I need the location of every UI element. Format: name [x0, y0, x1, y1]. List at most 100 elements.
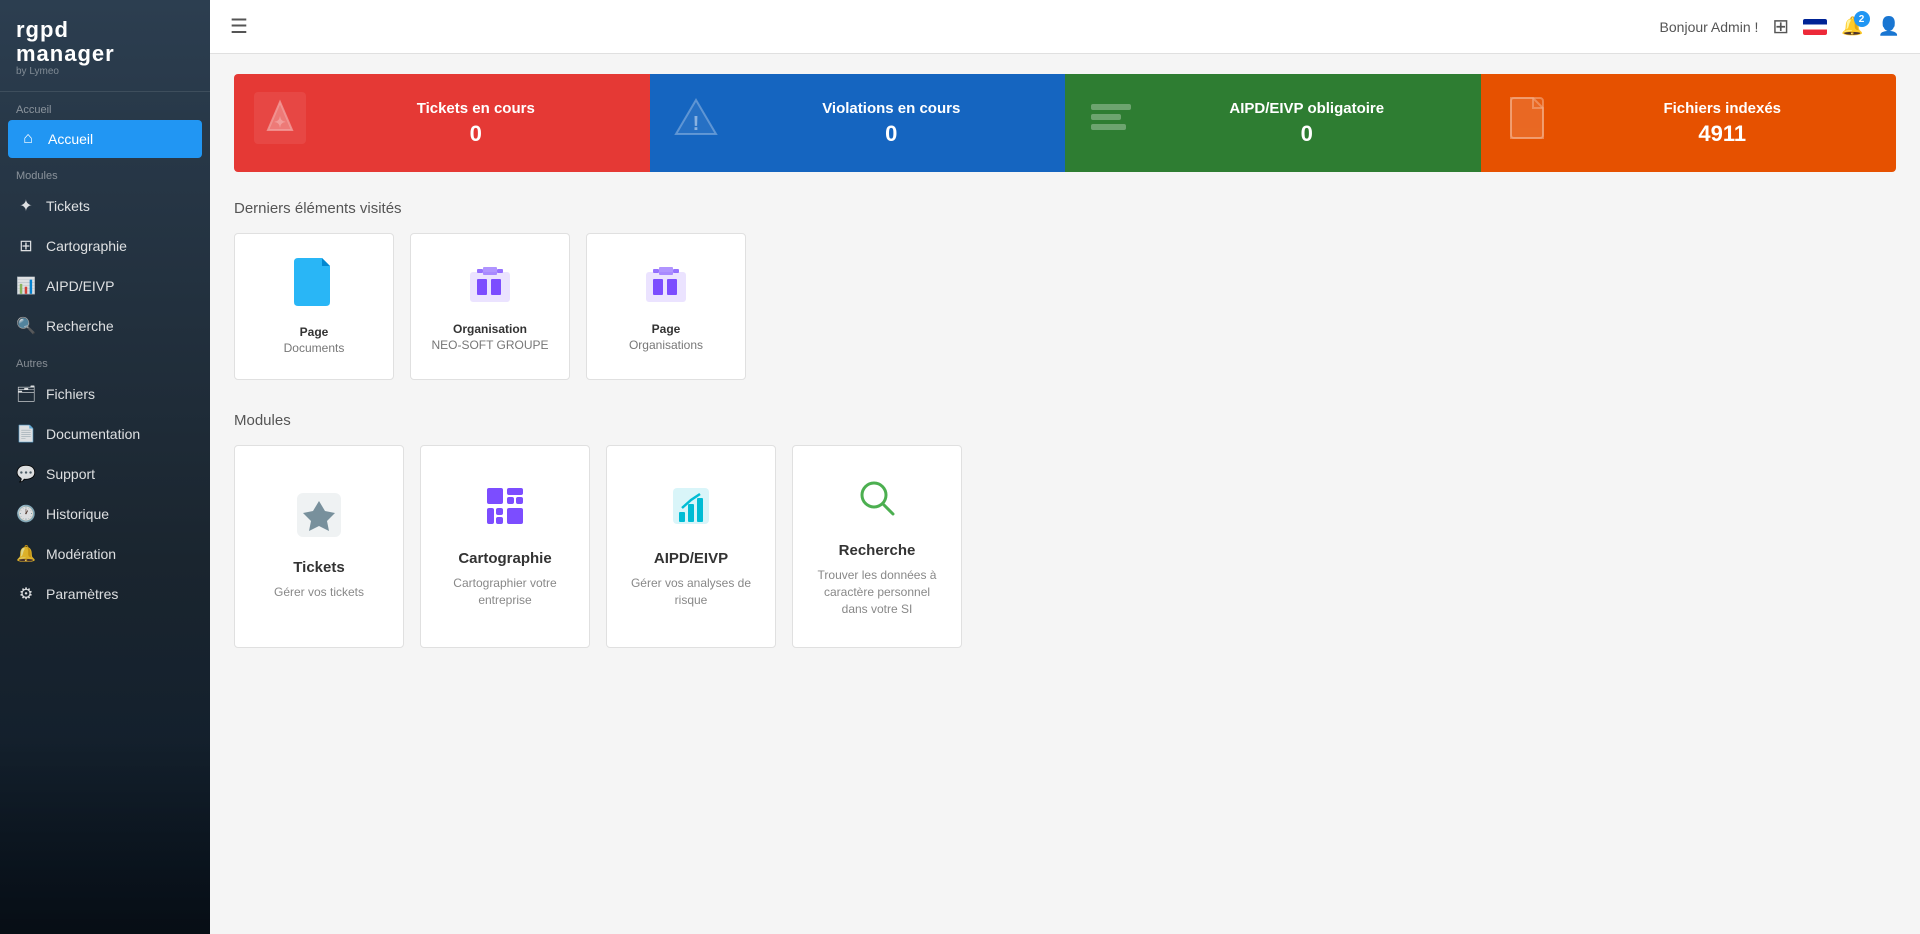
recent-items: Page Documents Organisation NEO-SOFT GRO…: [234, 233, 1896, 380]
svg-text:!: !: [692, 113, 699, 135]
content-area: ✦ Tickets en cours 0 ! Violations en cou…: [210, 54, 1920, 934]
recent-icon-1: [469, 261, 511, 312]
recherche-icon: 🔍: [16, 316, 36, 336]
sidebar-support-label: Support: [46, 466, 95, 482]
recent-item-1[interactable]: Organisation NEO-SOFT GROUPE: [410, 233, 570, 380]
stat-cards: ✦ Tickets en cours 0 ! Violations en cou…: [234, 74, 1896, 172]
recent-name-0: Documents: [284, 341, 345, 355]
module-icon-recherche: [855, 476, 899, 530]
stat-icon-violations: !: [670, 92, 722, 154]
notification-badge: 2: [1854, 11, 1870, 27]
recent-item-2[interactable]: Page Organisations: [586, 233, 746, 380]
stat-card-aipd-value: 0: [1153, 121, 1461, 147]
topbar-right: Bonjour Admin ! ⊞ 🔔 2 👤: [1660, 14, 1900, 39]
module-title-aipd: AIPD/EIVP: [654, 550, 728, 567]
sidebar-item-cartographie[interactable]: ⊞ Cartographie: [0, 226, 210, 266]
home-icon: ⌂: [18, 130, 38, 148]
recent-item-0[interactable]: Page Documents: [234, 233, 394, 380]
sidebar-moderation-label: Modération: [46, 546, 116, 562]
topbar-greeting: Bonjour Admin !: [1660, 19, 1759, 35]
stat-card-tickets-title: Tickets en cours: [322, 100, 630, 117]
recent-type-1: Organisation: [453, 322, 527, 336]
svg-text:✦: ✦: [274, 114, 286, 130]
module-icon-cartographie: [483, 484, 527, 538]
section-autres-label: Autres: [0, 346, 210, 374]
module-title-tickets: Tickets: [293, 559, 344, 576]
fichiers-icon: 🗂: [16, 384, 36, 404]
module-desc-aipd: Gérer vos analyses de risque: [627, 575, 755, 609]
historique-icon: 🕐: [16, 504, 36, 524]
language-flag[interactable]: [1803, 19, 1827, 35]
cartographie-icon: ⊞: [16, 236, 36, 256]
sidebar-item-accueil[interactable]: ⌂ Accueil: [8, 120, 202, 158]
sidebar-bg: [0, 734, 210, 934]
sidebar-item-recherche[interactable]: 🔍 Recherche: [0, 306, 210, 346]
module-cards: Tickets Gérer vos tickets: [234, 445, 1896, 648]
recent-icon-0: [294, 258, 334, 315]
sidebar-item-aipd[interactable]: 📊 AIPD/EIVP: [0, 266, 210, 306]
stat-card-violations[interactable]: ! Violations en cours 0: [650, 74, 1066, 172]
logo: rgpd manager by Lymeo: [0, 0, 210, 92]
support-icon: 💬: [16, 464, 36, 484]
module-title-recherche: Recherche: [839, 542, 916, 559]
stat-card-aipd-title: AIPD/EIVP obligatoire: [1153, 100, 1461, 117]
recent-name-1: NEO-SOFT GROUPE: [431, 338, 548, 352]
user-icon[interactable]: 👤: [1878, 16, 1900, 37]
sidebar-item-documentation[interactable]: 📄 Documentation: [0, 414, 210, 454]
sidebar-item-moderation[interactable]: 🔔 Modération: [0, 534, 210, 574]
main-area: ☰ Bonjour Admin ! ⊞ 🔔 2 👤 ✦: [210, 0, 1920, 934]
module-card-aipd[interactable]: AIPD/EIVP Gérer vos analyses de risque: [606, 445, 776, 648]
sidebar-item-support[interactable]: 💬 Support: [0, 454, 210, 494]
documentation-icon: 📄: [16, 424, 36, 444]
sidebar-historique-label: Historique: [46, 506, 109, 522]
stat-icon-tickets: ✦: [254, 92, 306, 154]
recent-icon-2: [645, 261, 687, 312]
stat-icon-fichiers: [1501, 92, 1553, 154]
stat-card-fichiers-title: Fichiers indexés: [1569, 100, 1877, 117]
recent-name-2: Organisations: [629, 338, 703, 352]
sidebar-item-fichiers[interactable]: 🗂 Fichiers: [0, 374, 210, 414]
module-icon-aipd: [669, 484, 713, 538]
hamburger-button[interactable]: ☰: [230, 14, 248, 39]
stat-card-aipd[interactable]: AIPD/EIVP obligatoire 0: [1065, 74, 1481, 172]
sidebar-documentation-label: Documentation: [46, 426, 140, 442]
logo-by: by Lymeo: [16, 66, 194, 77]
sidebar-item-parametres[interactable]: ⚙ Paramètres: [0, 574, 210, 614]
section-modules-label: Modules: [0, 158, 210, 186]
recent-type-0: Page: [300, 325, 329, 339]
recent-type-2: Page: [652, 322, 681, 336]
stat-card-fichiers[interactable]: Fichiers indexés 4911: [1481, 74, 1897, 172]
modules-section-title: Modules: [234, 412, 1896, 429]
aipd-icon: 📊: [16, 276, 36, 296]
module-desc-tickets: Gérer vos tickets: [274, 584, 364, 601]
module-desc-recherche: Trouver les données à caractère personne…: [813, 567, 941, 617]
sidebar-accueil-label: Accueil: [48, 131, 93, 147]
tickets-icon: ✦: [16, 196, 36, 216]
module-card-tickets[interactable]: Tickets Gérer vos tickets: [234, 445, 404, 648]
parametres-icon: ⚙: [16, 584, 36, 604]
stat-card-fichiers-info: Fichiers indexés 4911: [1569, 100, 1877, 147]
sidebar-tickets-label: Tickets: [46, 198, 90, 214]
stat-card-tickets-info: Tickets en cours 0: [322, 100, 630, 147]
recent-section-title: Derniers éléments visités: [234, 200, 1896, 217]
stat-icon-aipd: [1085, 92, 1137, 154]
module-card-recherche[interactable]: Recherche Trouver les données à caractèr…: [792, 445, 962, 648]
logo-text: rgpd manager: [16, 18, 194, 66]
sidebar-parametres-label: Paramètres: [46, 586, 118, 602]
sidebar-item-historique[interactable]: 🕐 Historique: [0, 494, 210, 534]
stat-card-tickets[interactable]: ✦ Tickets en cours 0: [234, 74, 650, 172]
grid-icon[interactable]: ⊞: [1772, 14, 1789, 39]
module-card-cartographie[interactable]: Cartographie Cartographier votre entrepr…: [420, 445, 590, 648]
sidebar-item-tickets[interactable]: ✦ Tickets: [0, 186, 210, 226]
stat-card-aipd-info: AIPD/EIVP obligatoire 0: [1153, 100, 1461, 147]
module-title-cartographie: Cartographie: [458, 550, 551, 567]
sidebar: rgpd manager by Lymeo Accueil ⌂ Accueil …: [0, 0, 210, 934]
topbar-left: ☰: [230, 14, 248, 39]
moderation-icon: 🔔: [16, 544, 36, 564]
stat-card-violations-value: 0: [738, 121, 1046, 147]
sidebar-cartographie-label: Cartographie: [46, 238, 127, 254]
notification-icon[interactable]: 🔔 2: [1841, 16, 1863, 37]
stat-card-violations-title: Violations en cours: [738, 100, 1046, 117]
stat-card-violations-info: Violations en cours 0: [738, 100, 1046, 147]
sidebar-aipd-label: AIPD/EIVP: [46, 278, 114, 294]
